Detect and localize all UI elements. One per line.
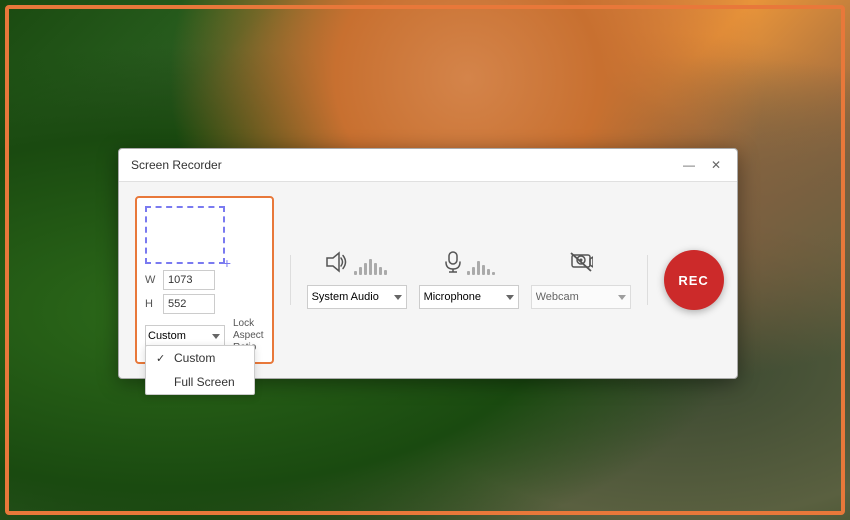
screen-recorder-dialog: Screen Recorder — ✕ W H Custom Full [118,148,738,379]
bar-3 [364,263,367,275]
bar-6 [379,267,382,275]
close-button[interactable]: ✕ [707,157,725,173]
dialog-title: Screen Recorder [131,158,222,172]
height-label: H [145,298,159,310]
bar-7 [384,270,387,275]
bar-4 [369,259,372,275]
width-row: W [145,270,264,290]
bar-5 [374,263,377,275]
mic-bar-2 [472,267,475,275]
mic-bar-4 [482,265,485,275]
bar-1 [354,271,357,275]
divider-2 [647,255,648,305]
height-row: H [145,294,264,314]
height-input[interactable] [163,294,215,314]
system-audio-select[interactable]: System Audio [307,285,407,309]
check-icon: ✓ [156,352,168,365]
system-audio-group: System Audio [307,251,407,309]
microphone-icon-row [443,251,495,279]
mic-bar-1 [467,271,470,275]
mic-bar-6 [492,272,495,275]
mode-select-wrapper: Custom Full Screen ✓ Custom Full Screen [145,325,225,347]
dropdown-item-fullscreen[interactable]: Full Screen [146,370,254,394]
system-audio-bars [354,255,387,275]
webcam-icon-row [569,251,593,279]
minimize-button[interactable]: — [679,157,699,173]
mic-bar-5 [487,269,490,275]
dialog-body: W H Custom Full Screen ✓ Cu [119,182,737,378]
screen-selector: W H Custom Full Screen ✓ Cu [135,196,274,364]
dropdown-label-fullscreen: Full Screen [174,375,235,389]
dropdown-label-custom: Custom [174,351,215,365]
dropdown-item-custom[interactable]: ✓ Custom [146,346,254,370]
screen-area-preview[interactable] [145,206,225,264]
title-bar: Screen Recorder — ✕ [119,149,737,182]
webcam-group: Webcam [531,251,631,309]
av-controls: System Audio [307,251,631,309]
bar-2 [359,267,362,275]
width-input[interactable] [163,270,215,290]
microphone-icon [443,251,463,279]
rec-button[interactable]: REC [664,250,724,310]
speaker-icon [326,251,350,279]
title-bar-controls: — ✕ [679,157,725,173]
webcam-icon [569,251,593,279]
mic-bars [467,255,495,275]
mode-select[interactable]: Custom Full Screen [145,325,225,347]
mode-select-row: Custom Full Screen ✓ Custom Full Screen [145,318,264,354]
mic-bar-3 [477,261,480,275]
microphone-group: Microphone [419,251,519,309]
microphone-select[interactable]: Microphone [419,285,519,309]
divider-1 [290,255,291,305]
width-label: W [145,274,159,286]
mode-dropdown: ✓ Custom Full Screen [145,345,255,395]
system-audio-icon-row [326,251,387,279]
webcam-select[interactable]: Webcam [531,285,631,309]
